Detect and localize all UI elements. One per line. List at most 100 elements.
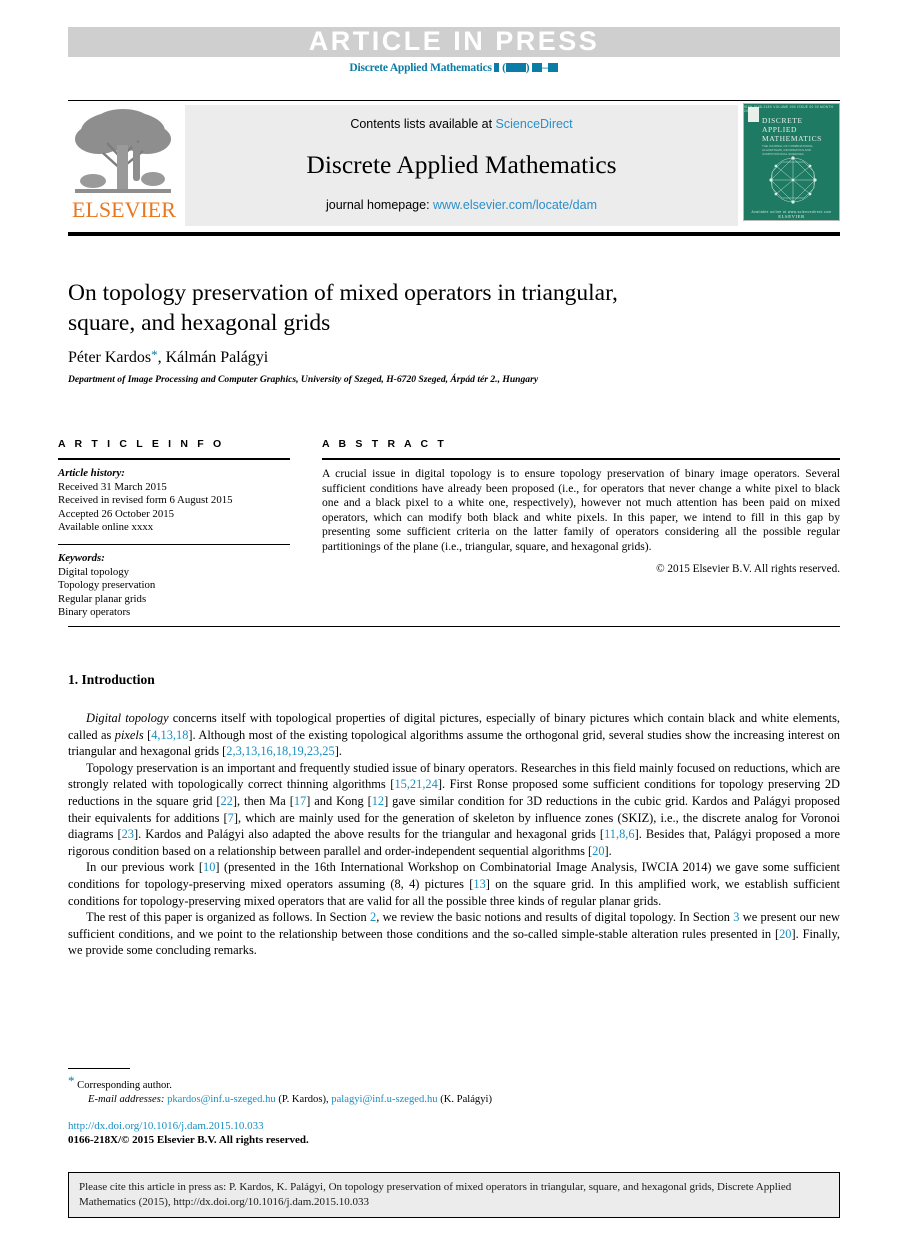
body-text: In our previous work [ <box>86 860 204 875</box>
abstract-section: A B S T R A C T A crucial issue in digit… <box>322 438 840 575</box>
running-citation: Discrete Applied Mathematics () – <box>0 62 907 74</box>
article-history: Article history: Received 31 March 2015 … <box>58 467 290 535</box>
corresponding-author-note: * Corresponding author. <box>68 1074 840 1093</box>
citation-reference-link[interactable]: 20 <box>592 844 604 858</box>
citation-reference-link[interactable]: 13 <box>473 877 485 891</box>
title-line-2: square, and hexagonal grids <box>68 310 331 336</box>
journal-masthead: ELSEVIER Contents lists available at Sci… <box>68 103 840 228</box>
running-citation-journal: Discrete Applied Mathematics <box>349 62 492 74</box>
abstract-heading: A B S T R A C T <box>322 438 447 450</box>
body-text: ]. <box>604 843 612 858</box>
body-text: , we review the basic notions and result… <box>376 910 734 925</box>
cover-publisher-badge <box>748 107 759 122</box>
email-name-1: (P. Kardos) <box>278 1094 326 1105</box>
citation-reference-link[interactable]: 23 <box>122 827 134 841</box>
issn-copyright-line: 0166-218X/© 2015 Elsevier B.V. All right… <box>68 1134 309 1146</box>
abstract-copyright: © 2015 Elsevier B.V. All rights reserved… <box>656 562 840 575</box>
article-info-rule <box>58 458 290 460</box>
homepage-link[interactable]: www.elsevier.com/locate/dam <box>433 198 597 212</box>
cover-title-line2: APPLIED <box>762 125 798 134</box>
journal-banner: Contents lists available at ScienceDirec… <box>185 105 738 226</box>
elsevier-logo: ELSEVIER <box>68 103 180 228</box>
homepage-line: journal homepage: www.elsevier.com/locat… <box>326 198 597 212</box>
keywords-rule <box>58 543 290 545</box>
article-in-press-label: ARTICLE IN PRESS <box>308 25 600 56</box>
email-line: E-mail addresses: pkardos@inf.u-szeged.h… <box>68 1093 840 1107</box>
email-link-2[interactable]: palagyi@inf.u-szeged.hu <box>331 1094 437 1105</box>
footnote-rule <box>68 1068 130 1069</box>
body-text: ], then Ma [ <box>232 793 294 808</box>
cite-this-article-text: Please cite this article in press as: P.… <box>79 1181 792 1208</box>
citation-reference-link[interactable]: 2,3,13,16,18,19,23,25 <box>226 744 334 758</box>
citation-reference-link[interactable]: 10 <box>203 860 215 874</box>
corresponding-author-text: Corresponding author. <box>77 1080 172 1091</box>
body-paragraph: Digital topology concerns itself with to… <box>68 710 840 760</box>
placeholder-page-start <box>532 63 543 72</box>
footnote-star-icon: * <box>68 1073 75 1088</box>
article-in-press-banner: ARTICLE IN PRESS <box>68 27 840 57</box>
cover-title-line1: DISCRETE <box>762 116 803 125</box>
keywords-label: Keywords: <box>58 551 105 564</box>
cover-title: DISCRETE APPLIED MATHEMATICS <box>762 116 838 143</box>
contents-label: Contents lists available at <box>350 117 496 131</box>
title-line-1: On topology preservation of mixed operat… <box>68 280 618 306</box>
citation-reference-link[interactable]: 15,21,24 <box>394 777 437 791</box>
author-2: Kálmán Palágyi <box>165 349 269 366</box>
journal-title: Discrete Applied Mathematics <box>306 149 617 179</box>
history-item: Available online xxxx <box>58 521 154 534</box>
email-link-1[interactable]: pkardos@inf.u-szeged.hu <box>167 1094 276 1105</box>
abstract-rule <box>322 458 840 460</box>
citation-reference-link[interactable]: 11,8,6 <box>604 827 635 841</box>
keyword-item: Digital topology <box>58 565 130 578</box>
placeholder-volume <box>494 63 500 72</box>
article-info-section: A R T I C L E I N F O Article history: R… <box>58 438 290 620</box>
body-text: ]. <box>334 744 342 759</box>
elsevier-tree-icon <box>73 105 173 200</box>
abstract-text: A crucial issue in digital topology is t… <box>322 467 840 553</box>
masthead-top-rule <box>68 100 840 101</box>
keywords-block: Keywords: Digital topology Topology pres… <box>58 552 290 620</box>
doi-link[interactable]: http://dx.doi.org/10.1016/j.dam.2015.10.… <box>68 1120 264 1132</box>
cover-footer-brand: ELSEVIER <box>778 214 805 219</box>
citation-reference-link[interactable]: 22 <box>220 794 232 808</box>
body-paragraph: Topology preservation is an important an… <box>68 760 840 860</box>
history-item: Received in revised form 6 August 2015 <box>58 494 233 507</box>
elsevier-wordmark: ELSEVIER <box>72 197 176 222</box>
article-history-label: Article history: <box>58 467 125 479</box>
section-heading-introduction: 1. Introduction <box>68 672 155 687</box>
citation-reference-link[interactable]: 20 <box>779 927 791 941</box>
body-paragraph: The rest of this paper is organized as f… <box>68 909 840 959</box>
abstract-bottom-rule <box>68 626 840 627</box>
keyword-item: Binary operators <box>58 606 131 619</box>
introduction-body: Digital topology concerns itself with to… <box>68 710 840 959</box>
body-text: ] and Kong [ <box>306 793 372 808</box>
author-1: Péter Kardos <box>68 349 152 366</box>
sciencedirect-link[interactable]: ScienceDirect <box>496 117 573 131</box>
history-item: Received 31 March 2015 <box>58 480 167 493</box>
keyword-item: Regular planar grids <box>58 592 147 605</box>
emphasis-text: Digital topology <box>86 711 169 725</box>
masthead-bottom-rule <box>68 232 840 236</box>
body-text: ]. Kardos and Palágyi also adapted the a… <box>134 827 605 842</box>
placeholder-page-end <box>547 63 558 72</box>
cite-this-article-box: Please cite this article in press as: P.… <box>68 1172 840 1218</box>
citation-reference-link[interactable]: 12 <box>372 794 384 808</box>
body-text: The rest of this paper is organized as f… <box>86 910 370 925</box>
paper-page: ARTICLE IN PRESS Discrete Applied Mathem… <box>0 0 907 1238</box>
author-separator: , <box>157 349 166 366</box>
keyword-item: Topology preservation <box>58 579 156 592</box>
history-item: Accepted 26 October 2015 <box>58 507 175 520</box>
homepage-label: journal homepage: <box>326 198 434 212</box>
page-title: On topology preservation of mixed operat… <box>68 278 768 338</box>
footnote-block: * Corresponding author. E-mail addresses… <box>68 1074 840 1107</box>
placeholder-year <box>505 63 526 72</box>
author-list: Péter Kardos*, Kálmán Palágyi <box>68 347 768 367</box>
affiliation: Department of Image Processing and Compu… <box>68 374 539 385</box>
journal-cover-thumbnail: ISSN 0166-218X VOLUME 000 ISSUE 00 00 MO… <box>743 103 840 221</box>
article-info-heading: A R T I C L E I N F O <box>58 438 225 450</box>
emphasis-text: pixels <box>114 727 144 742</box>
citation-reference-link[interactable]: 17 <box>294 794 306 808</box>
body-paragraph: In our previous work [10] (presented in … <box>68 859 840 909</box>
cover-graph-icon <box>762 154 824 206</box>
citation-reference-link[interactable]: 4,13,18 <box>151 728 188 742</box>
